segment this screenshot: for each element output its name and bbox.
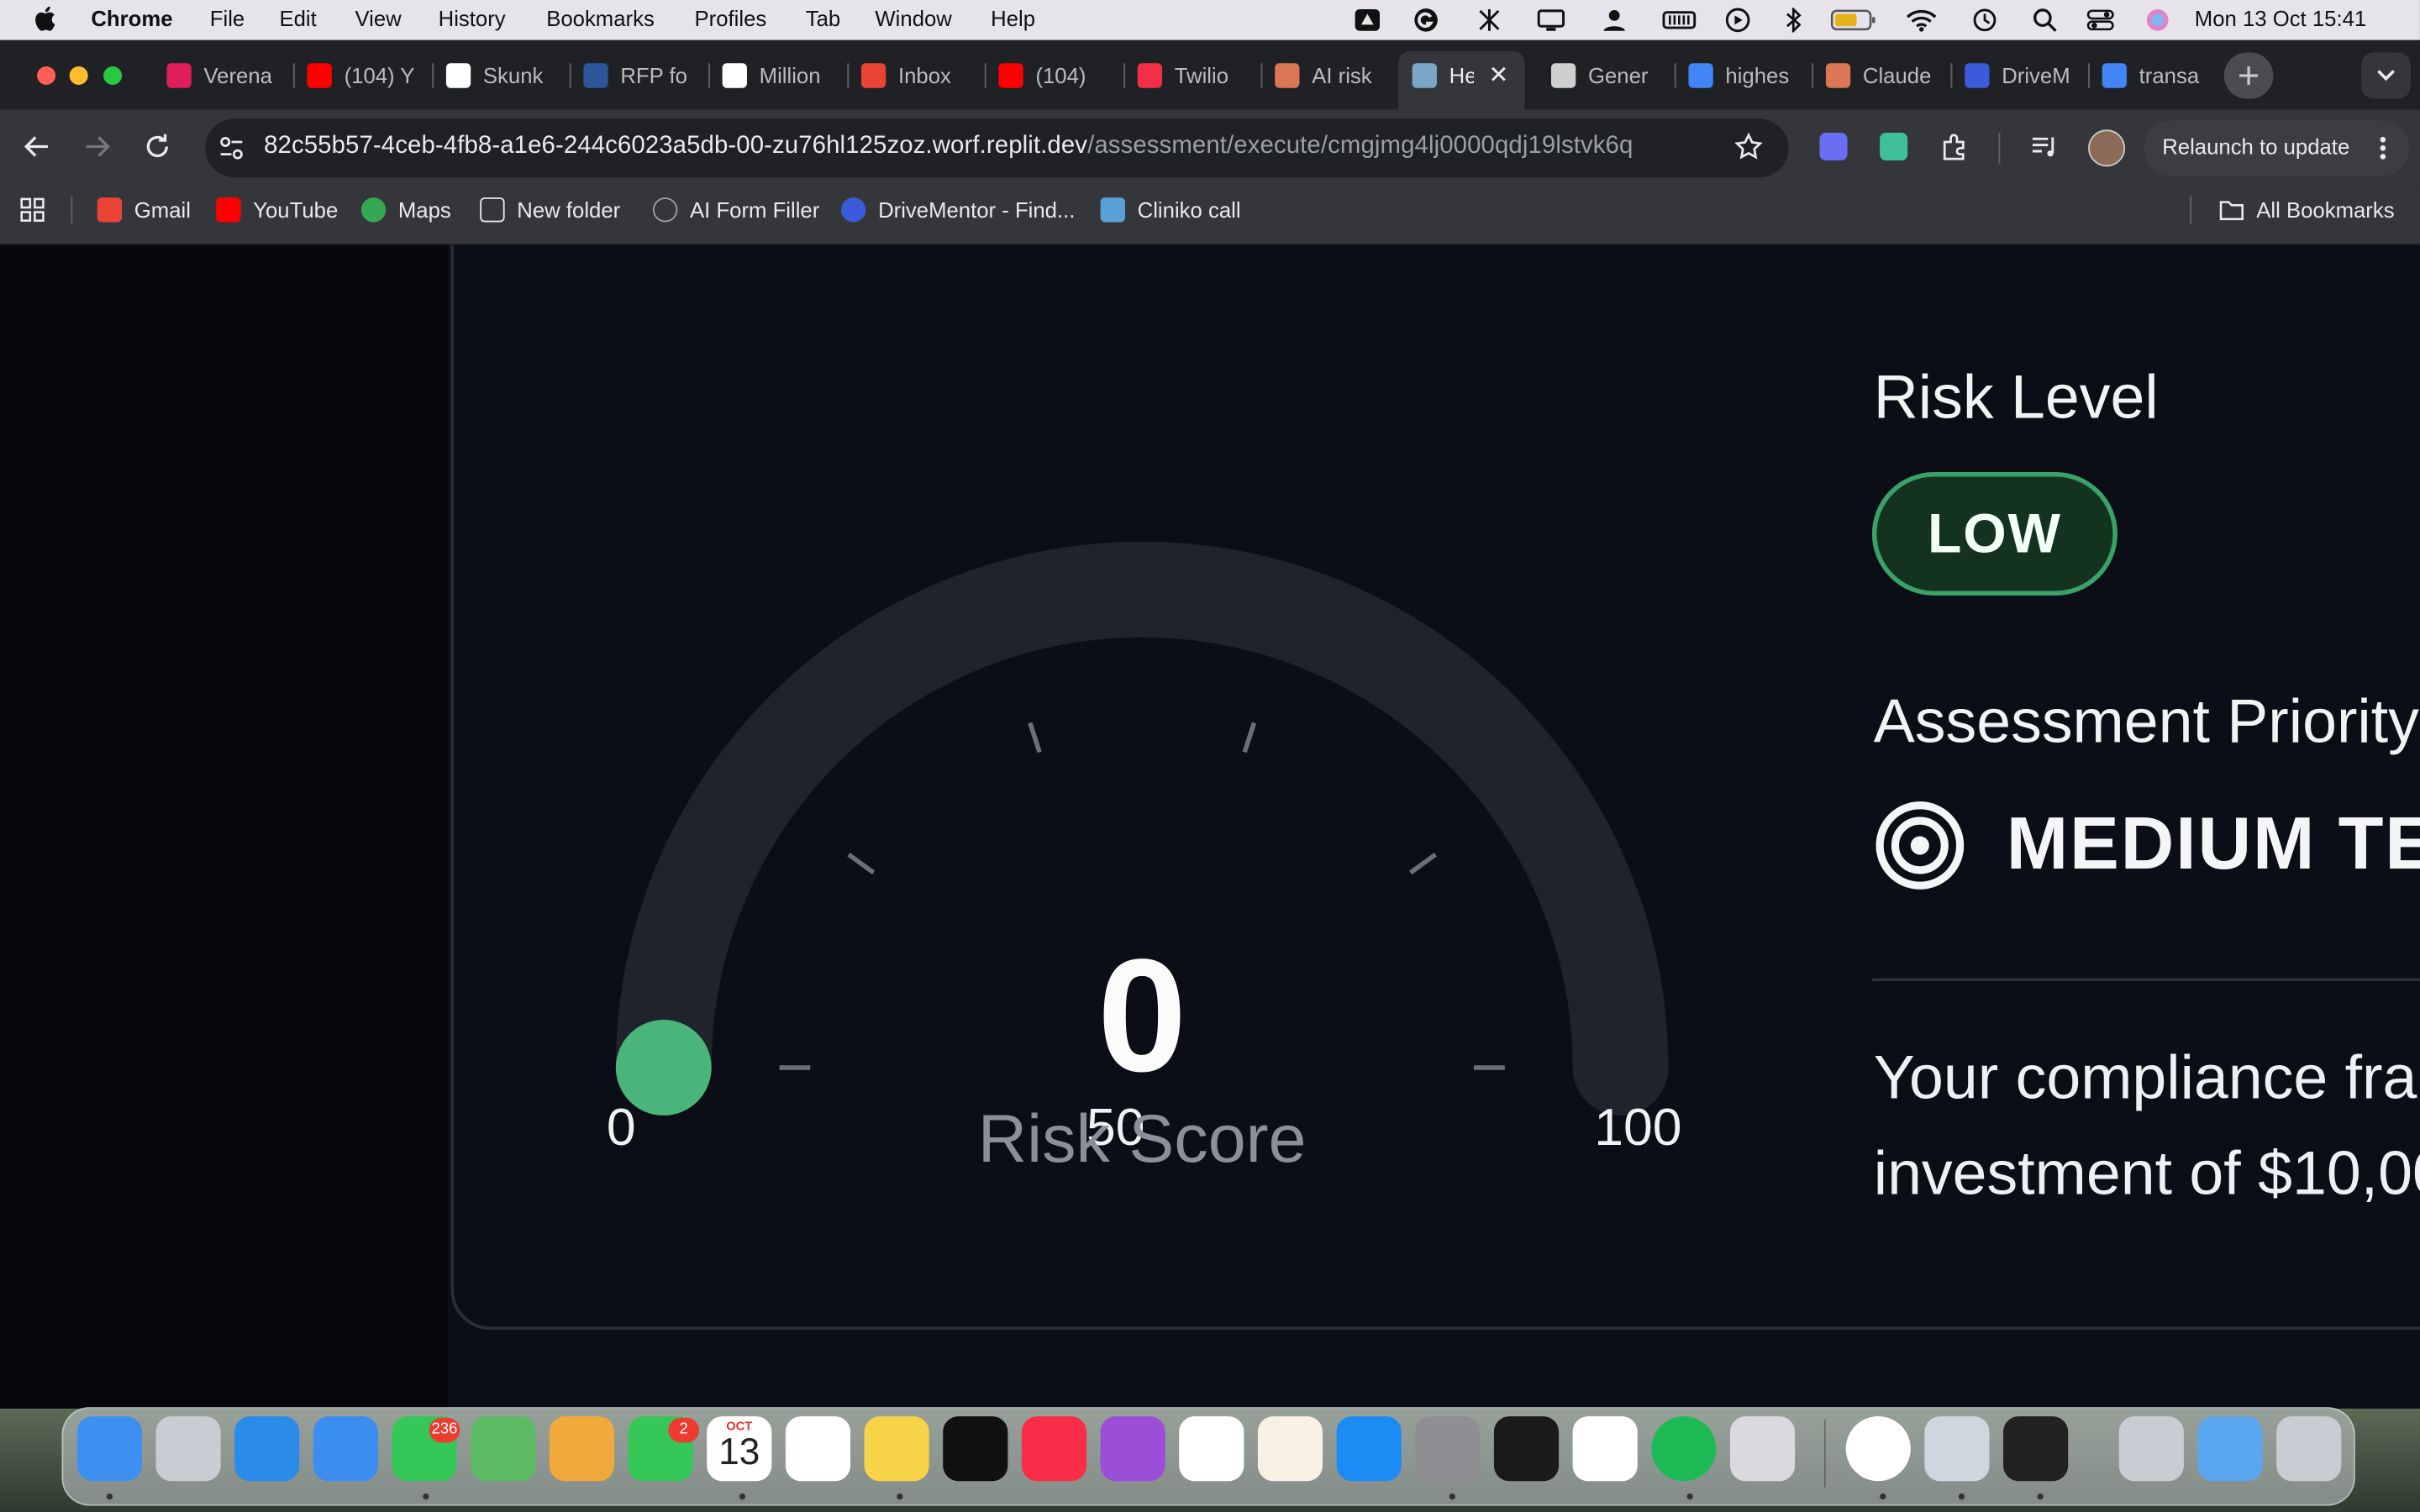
gauge-max-label: 100 bbox=[1594, 1098, 1682, 1158]
gauge-min-label: 0 bbox=[606, 1098, 636, 1158]
sheet-music-icon[interactable] bbox=[1493, 1416, 1560, 1482]
running-indicator bbox=[897, 1493, 903, 1500]
music-icon[interactable] bbox=[1021, 1416, 1087, 1482]
gauge-tick bbox=[847, 853, 876, 875]
downloads-folder-icon[interactable] bbox=[2197, 1416, 2263, 1482]
running-indicator bbox=[739, 1493, 746, 1500]
assessment-priority-value: MEDIUM TERM bbox=[2006, 803, 2420, 886]
photos-icon[interactable] bbox=[549, 1416, 615, 1482]
iphone-mirroring-icon[interactable] bbox=[1729, 1416, 1796, 1482]
section-divider bbox=[1871, 978, 2420, 982]
summary-line-1: Your compliance framework requires bbox=[1873, 1044, 2420, 1113]
compliance-summary-text: Your compliance framework requires inves… bbox=[1874, 1031, 2420, 1222]
trash-icon[interactable] bbox=[2276, 1416, 2342, 1482]
running-indicator bbox=[2037, 1493, 2044, 1500]
app-store-icon[interactable] bbox=[1336, 1416, 1402, 1482]
calendar-icon[interactable]: OCT 13 bbox=[707, 1416, 772, 1482]
assessment-priority-heading: Assessment Priority bbox=[1873, 688, 2419, 756]
risk-score-value: 0 bbox=[1097, 927, 1187, 1106]
pages-icon[interactable] bbox=[1257, 1416, 1323, 1482]
preview-icon[interactable] bbox=[1924, 1416, 1990, 1482]
linear-icon[interactable] bbox=[1572, 1416, 1638, 1482]
messages-badge: 236 bbox=[429, 1417, 460, 1443]
spotify-icon[interactable] bbox=[1651, 1416, 1717, 1482]
gauge-tick bbox=[1409, 853, 1437, 875]
dock-separator bbox=[1823, 1419, 1826, 1488]
gauge-tick bbox=[1028, 722, 1042, 753]
podcasts-icon[interactable] bbox=[1100, 1416, 1165, 1482]
running-indicator bbox=[1880, 1493, 1886, 1500]
running-indicator bbox=[1449, 1493, 1456, 1500]
help-icon[interactable] bbox=[2118, 1416, 2184, 1482]
facetime-badge: 2 bbox=[668, 1417, 700, 1443]
risk-level-badge: LOW bbox=[1871, 472, 2118, 596]
apple-tv-icon[interactable] bbox=[943, 1416, 1008, 1482]
running-indicator bbox=[1958, 1493, 1965, 1500]
chrome-icon[interactable] bbox=[1845, 1416, 1911, 1482]
running-indicator bbox=[423, 1493, 429, 1500]
remote-app-icon[interactable] bbox=[2003, 1416, 2069, 1482]
finder-icon[interactable] bbox=[76, 1416, 142, 1482]
gauge-tick bbox=[1242, 722, 1257, 753]
summary-line-2: investment of $10,000 bbox=[1873, 1140, 2420, 1209]
safari-icon[interactable] bbox=[234, 1416, 300, 1482]
news-icon[interactable] bbox=[1179, 1416, 1244, 1482]
running-indicator bbox=[106, 1493, 113, 1500]
mail-icon[interactable] bbox=[313, 1416, 378, 1482]
reminders-icon[interactable] bbox=[785, 1416, 851, 1482]
running-indicator bbox=[1686, 1493, 1693, 1500]
launchpad-icon[interactable] bbox=[155, 1416, 221, 1482]
calendar-day: 13 bbox=[718, 1431, 760, 1474]
system-settings-icon[interactable] bbox=[1415, 1416, 1481, 1482]
maps-icon[interactable] bbox=[471, 1416, 536, 1482]
target-icon bbox=[1876, 801, 1965, 890]
notes-icon[interactable] bbox=[864, 1416, 929, 1482]
risk-score-label: Risk Score bbox=[977, 1101, 1307, 1178]
risk-level-heading: Risk Level bbox=[1873, 364, 2159, 433]
